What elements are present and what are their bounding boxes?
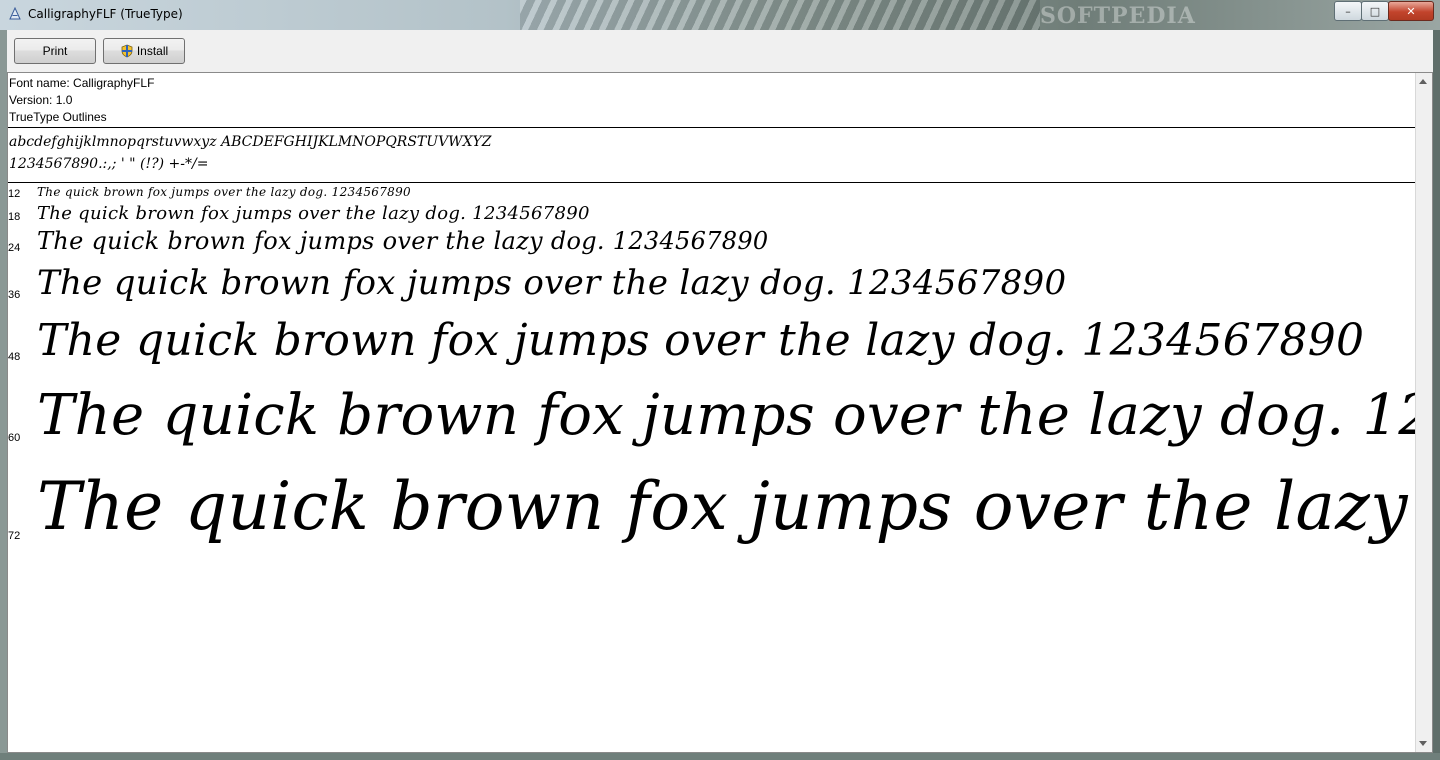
sample-text: The quick brown fox jumps over the lazy … (37, 203, 590, 224)
size-label: 18 (8, 211, 21, 223)
font-app-icon[interactable] (8, 7, 22, 21)
caption-buttons: – □ ✕ (1334, 1, 1434, 21)
charset-letters: abcdefghijklmnopqrstuvwxyz ABCDEFGHIJKLM… (9, 134, 492, 150)
font-preview-pane[interactable]: Font name: CalligraphyFLF Version: 1.0 T… (7, 72, 1433, 753)
window-frame-bottom (0, 753, 1440, 760)
size-label: 48 (8, 351, 21, 363)
install-button[interactable]: Install (103, 38, 185, 64)
sample-text: The quick brown fox jumps over the lazy … (37, 468, 1432, 545)
print-button-label: Print (42, 44, 68, 58)
size-label: 60 (8, 432, 21, 444)
maximize-icon: □ (1369, 4, 1381, 18)
install-button-label: Install (136, 44, 169, 58)
sample-text: The quick brown fox jumps over the lazy … (37, 227, 769, 255)
font-name: Font name: CalligraphyFLF (9, 76, 155, 90)
maximize-button[interactable]: □ (1361, 1, 1389, 21)
font-outlines: TrueType Outlines (9, 110, 107, 124)
close-icon: ✕ (1406, 4, 1416, 18)
charset-symbols: 1234567890.:,; ' " (!?) +-*/= (9, 156, 209, 172)
size-label: 12 (8, 188, 21, 200)
close-button[interactable]: ✕ (1388, 1, 1434, 21)
sample-text: The quick brown fox jumps over the lazy … (37, 383, 1433, 448)
size-label: 72 (8, 530, 21, 542)
vertical-scrollbar[interactable] (1415, 73, 1432, 752)
minimize-button[interactable]: – (1334, 1, 1362, 21)
size-label: 24 (8, 242, 21, 254)
toolbar: Print Install (7, 30, 1433, 73)
scroll-up-icon[interactable] (1419, 79, 1427, 84)
font-version: Version: 1.0 (9, 93, 73, 107)
title-bar-decoration (520, 0, 1040, 30)
window-title: CalligraphyFLF (TrueType) (28, 7, 183, 21)
sample-text: The quick brown fox jumps over the lazy … (37, 185, 411, 199)
shield-icon (121, 44, 133, 58)
font-info: Font name: CalligraphyFLF Version: 1.0 T… (8, 73, 1432, 126)
divider (8, 182, 1418, 183)
sample-text: The quick brown fox jumps over the lazy … (37, 263, 1067, 303)
scroll-down-icon[interactable] (1419, 741, 1427, 746)
sample-text: The quick brown fox jumps over the lazy … (37, 315, 1365, 366)
size-label: 36 (8, 289, 21, 301)
watermark: SOFTPEDIA (1040, 3, 1196, 29)
window-frame-left (0, 30, 7, 753)
title-bar[interactable]: SOFTPEDIA CalligraphyFLF (TrueType) – □ … (0, 0, 1440, 30)
minimize-icon: – (1345, 4, 1351, 18)
print-button[interactable]: Print (14, 38, 96, 64)
window-frame-right (1433, 30, 1440, 753)
character-set: abcdefghijklmnopqrstuvwxyz ABCDEFGHIJKLM… (9, 131, 1409, 175)
divider (8, 127, 1418, 128)
